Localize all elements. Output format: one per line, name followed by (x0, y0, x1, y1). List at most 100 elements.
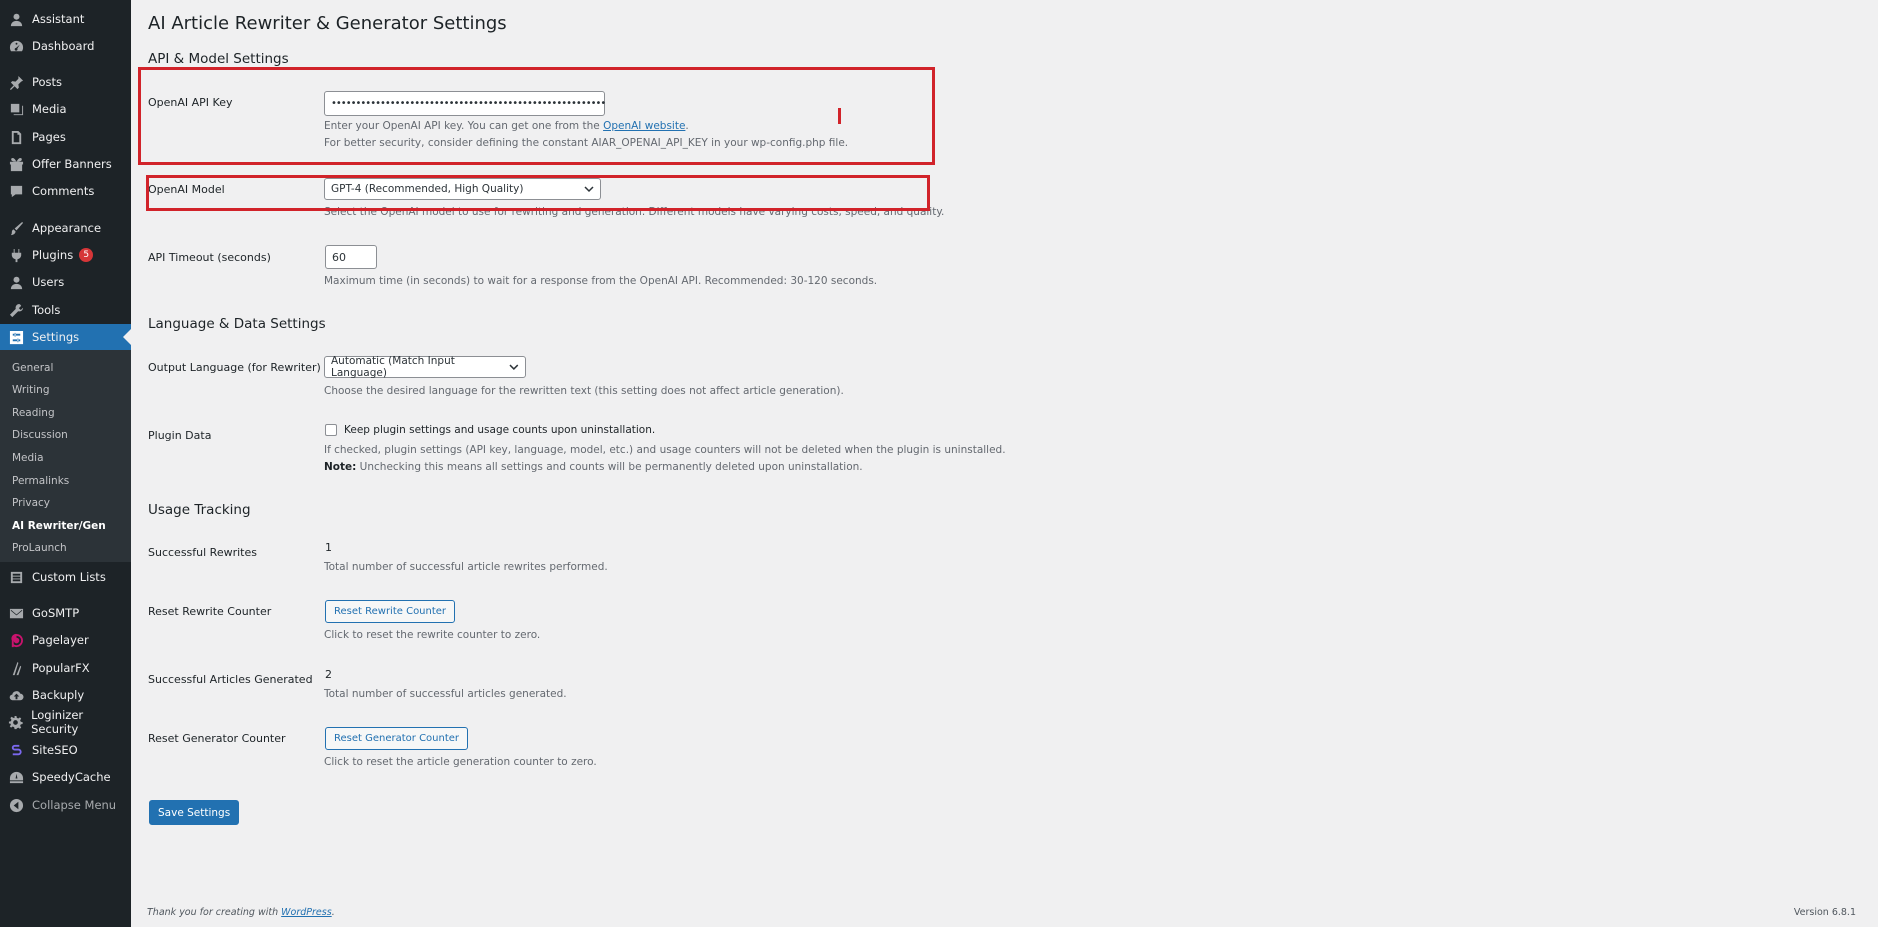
sidebar-item-plugins[interactable]: Plugins 5 (0, 242, 131, 268)
highlight-box-model (146, 175, 930, 211)
sidebar-item-label: Users (32, 275, 65, 289)
reset-generator-label: Reset Generator Counter (148, 732, 286, 745)
sidebar-item-label: Backuply (32, 688, 85, 702)
section-title-usage: Usage Tracking (148, 502, 251, 518)
sidebar-item-posts[interactable]: Posts (0, 69, 131, 95)
sidebar-item-label: Tools (32, 303, 61, 317)
submenu-item-privacy[interactable]: Privacy (12, 497, 50, 509)
sidebar-item-speedycache[interactable]: SpeedyCache (0, 764, 131, 790)
submenu-item-media[interactable]: Media (12, 452, 44, 464)
mail-icon (0, 606, 32, 621)
page-title: AI Article Rewriter & Generator Settings (148, 13, 507, 34)
cloud-icon (0, 688, 32, 703)
main-content: AI Article Rewriter & Generator Settings… (131, 0, 1878, 927)
submenu-item-permalinks[interactable]: Permalinks (12, 475, 69, 487)
sidebar-item-loginizer[interactable]: Loginizer Security (0, 708, 131, 736)
chevron-down-icon (509, 364, 519, 370)
submenu-item-reading[interactable]: Reading (12, 407, 55, 419)
save-settings-button[interactable]: Save Settings (149, 800, 240, 825)
sidebar-item-label: SiteSEO (32, 743, 78, 757)
sidebar-item-label: Collapse Menu (32, 798, 117, 812)
sidebar-item-label: Dashboard (32, 39, 95, 53)
submenu-item-ai-rewriter[interactable]: AI Rewriter/Gen (12, 520, 106, 532)
timeout-label: API Timeout (seconds) (148, 251, 271, 264)
sidebar-item-settings[interactable]: Settings (0, 324, 131, 350)
reset-rewrite-description: Click to reset the rewrite counter to ze… (324, 629, 541, 641)
brush-icon (0, 221, 32, 236)
sidebar-item-backuply[interactable]: Backuply (0, 682, 131, 708)
pagelayer-icon (0, 633, 32, 648)
sidebar-item-assistant[interactable]: Assistant (0, 6, 131, 32)
language-select-value: Automatic (Match Input Language) (331, 355, 455, 379)
settings-icon (0, 330, 32, 345)
media-icon (0, 102, 32, 117)
page-icon (0, 130, 32, 145)
section-title-language: Language & Data Settings (148, 316, 326, 332)
sidebar-item-label: Plugins (32, 248, 74, 262)
timeout-input[interactable]: 60 (325, 245, 377, 269)
footer-thanks: Thank you for creating with WordPress. (147, 907, 335, 918)
sidebar-item-offer-banners[interactable]: Offer Banners (0, 151, 131, 177)
reset-generator-button[interactable]: Reset Generator Counter (325, 727, 469, 750)
submenu-item-writing[interactable]: Writing (12, 384, 50, 396)
sidebar-item-label: Comments (32, 184, 95, 198)
list-icon (0, 570, 32, 585)
gear-icon (0, 715, 31, 730)
collapse-menu-button[interactable]: Collapse Menu (0, 792, 131, 818)
sidebar-item-siteseo[interactable]: SiteSEO (0, 737, 131, 763)
comment-icon (0, 184, 32, 199)
submenu-item-prolaunch[interactable]: ProLaunch (12, 542, 67, 554)
sidebar-item-label: SpeedyCache (32, 770, 111, 784)
wordpress-link[interactable]: WordPress (281, 907, 332, 918)
sidebar-item-label: Appearance (32, 221, 102, 235)
user-icon (0, 275, 32, 290)
sidebar-item-appearance[interactable]: Appearance (0, 215, 131, 241)
sidebar-item-label: PopularFX (32, 661, 90, 675)
rewrites-label: Successful Rewrites (148, 546, 257, 559)
speedycache-icon (0, 770, 32, 785)
settings-submenu: General Writing Reading Discussion Media… (0, 350, 131, 562)
wrench-icon (0, 303, 32, 318)
keep-data-checkbox-label[interactable]: Keep plugin settings and usage counts up… (344, 424, 655, 436)
language-label: Output Language (for Rewriter) (148, 361, 321, 374)
rewrites-count: 1 (325, 541, 332, 554)
reset-generator-description: Click to reset the article generation co… (324, 756, 597, 768)
sidebar-item-comments[interactable]: Comments (0, 178, 131, 204)
language-select[interactable]: Automatic (Match Input Language) (324, 355, 526, 379)
sidebar-item-users[interactable]: Users (0, 269, 131, 295)
sidebar-item-pages[interactable]: Pages (0, 124, 131, 150)
dashboard-icon (0, 39, 32, 54)
keep-data-checkbox[interactable] (325, 424, 337, 436)
sidebar-item-popularfx[interactable]: PopularFX (0, 655, 131, 681)
submenu-item-discussion[interactable]: Discussion (12, 429, 68, 441)
reset-rewrite-button[interactable]: Reset Rewrite Counter (325, 600, 456, 623)
sidebar-item-label: Media (32, 102, 67, 116)
sidebar-item-label: GoSMTP (32, 606, 80, 620)
highlight-box-api-key (138, 67, 935, 165)
sidebar-item-label: Pages (32, 130, 66, 144)
collapse-icon (0, 798, 32, 813)
timeout-description: Maximum time (in seconds) to wait for a … (324, 275, 878, 287)
sidebar-item-custom-lists[interactable]: Custom Lists (0, 564, 131, 590)
gift-icon (0, 157, 32, 172)
plugin-data-description: If checked, plugin settings (API key, la… (324, 444, 1006, 456)
siteseo-icon (0, 743, 32, 758)
plugins-update-badge: 5 (79, 248, 94, 262)
submenu-item-general[interactable]: General (12, 362, 53, 374)
sidebar-item-label: Settings (32, 330, 80, 344)
sidebar-item-dashboard[interactable]: Dashboard (0, 33, 131, 59)
sidebar-item-label: Assistant (32, 12, 85, 26)
popularfx-icon (0, 661, 32, 676)
highlight-marker (838, 108, 841, 124)
sidebar-item-pagelayer[interactable]: Pagelayer (0, 627, 131, 653)
section-title-api: API & Model Settings (148, 51, 289, 67)
plugin-data-note: Note: Unchecking this means all settings… (324, 461, 863, 473)
sidebar-item-label: Custom Lists (32, 570, 106, 584)
generated-label: Successful Articles Generated (148, 673, 313, 686)
footer-version: Version 6.8.1 (1793, 907, 1856, 918)
pin-icon (0, 75, 32, 90)
sidebar-item-media[interactable]: Media (0, 96, 131, 122)
sidebar-item-tools[interactable]: Tools (0, 297, 131, 323)
admin-sidebar: Assistant Dashboard Posts Media Pages Of… (0, 0, 131, 927)
sidebar-item-gosmtp[interactable]: GoSMTP (0, 600, 131, 626)
